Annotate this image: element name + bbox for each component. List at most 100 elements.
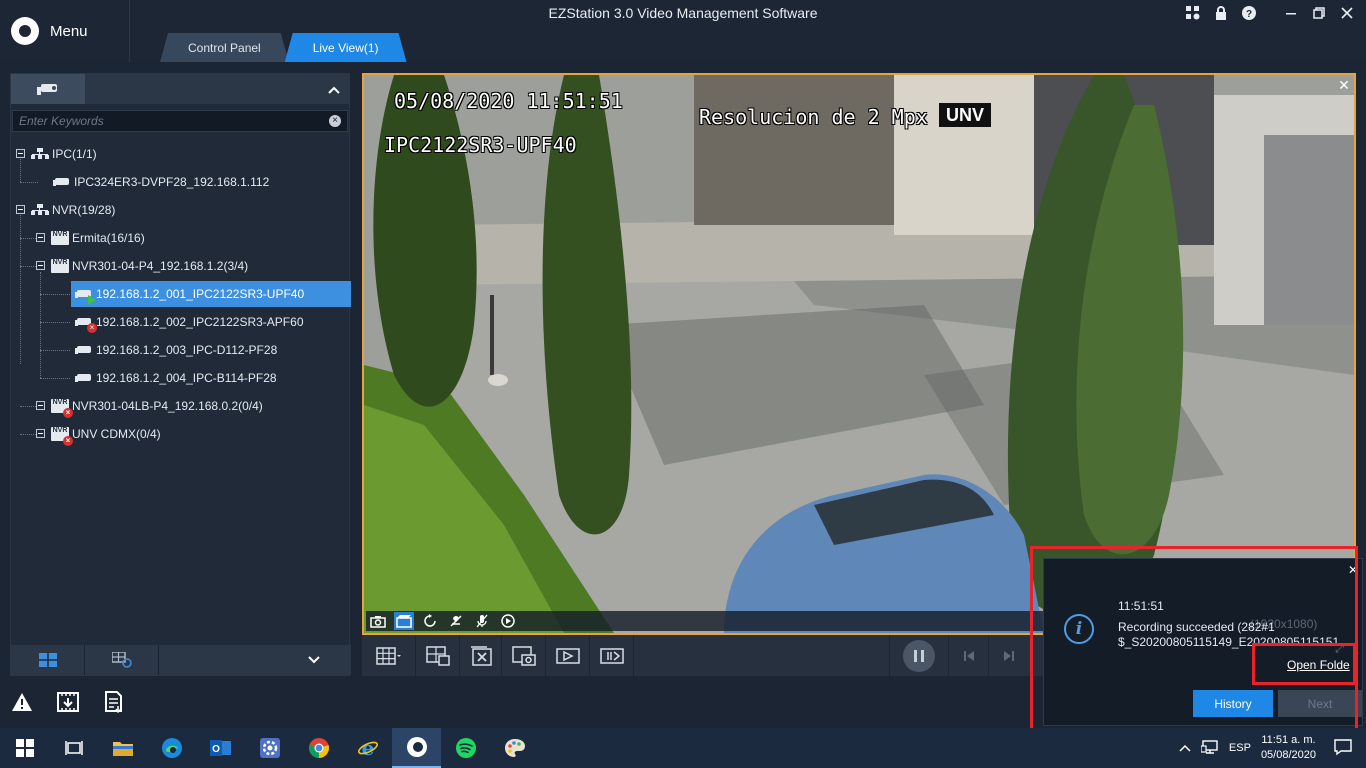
camera-icon <box>75 344 93 356</box>
instant-playback-icon[interactable] <box>420 612 440 630</box>
collapse-node-icon[interactable] <box>16 205 25 214</box>
tree-label: NVR301-04LB-P4_192.168.0.2(0/4) <box>72 399 263 413</box>
tree-item-camera[interactable]: IPC324ER3-DVPF28_192.168.1.112 <box>53 169 269 195</box>
collapse-node-icon[interactable] <box>36 261 45 270</box>
snapshot-all-button[interactable] <box>502 635 546 676</box>
tree-item-channel-002[interactable]: × 192.168.1.2_002_IPC2122SR3-APF60 <box>75 309 304 335</box>
task-view-button[interactable] <box>49 728 98 768</box>
action-center-icon[interactable] <box>1334 738 1352 759</box>
tree-label: 192.168.1.2_002_IPC2122SR3-APF60 <box>96 315 304 329</box>
collapse-node-icon[interactable] <box>36 401 45 410</box>
collapse-node-icon[interactable] <box>16 149 25 158</box>
two-way-audio-icon[interactable] <box>446 612 466 630</box>
search-input[interactable] <box>19 114 329 128</box>
tree-label: Ermita(16/16) <box>72 231 145 245</box>
pause-button[interactable] <box>889 635 949 676</box>
record-all-button[interactable] <box>546 635 590 676</box>
previous-icon <box>963 650 974 661</box>
tree-label: IPC(1/1) <box>52 147 97 161</box>
internet-explorer-icon: e <box>357 737 378 759</box>
screen-layout-button[interactable] <box>362 635 416 676</box>
tree-item-nvr-ermita[interactable]: NVR Ermita(16/16) <box>35 225 145 251</box>
record-icon[interactable] <box>394 612 414 630</box>
osd-resolution: Resolucion de 2 Mpx <box>699 105 928 129</box>
lock-icon[interactable] <box>1212 4 1230 22</box>
spotify-app[interactable] <box>441 728 490 768</box>
language-indicator[interactable]: ESP <box>1229 742 1251 754</box>
osd-brand-logo: UNV <box>939 103 991 127</box>
collapse-node-icon[interactable] <box>36 233 45 242</box>
layout-icon[interactable] <box>1184 4 1202 22</box>
file-explorer-app[interactable] <box>98 728 147 768</box>
minimize-icon[interactable] <box>1282 4 1300 22</box>
close-all-icon <box>470 645 492 666</box>
tree-item-nvr-301-04-p4[interactable]: NVR NVR301-04-P4_192.168.1.2(3/4) <box>35 253 248 279</box>
grid-view-icon <box>38 653 57 667</box>
tree-item-nvr-301-04lb-p4[interactable]: NVR × NVR301-04LB-P4_192.168.0.2(0/4) <box>35 393 263 419</box>
tree-item-channel-001[interactable]: 192.168.1.2_001_IPC2122SR3-UPF40 <box>71 281 351 307</box>
collapse-node-icon[interactable] <box>36 429 45 438</box>
view-layout-button[interactable] <box>11 645 85 675</box>
close-all-button[interactable] <box>460 635 502 676</box>
tree-label: IPC324ER3-DVPF28_192.168.1.112 <box>74 175 270 189</box>
tab-control-panel[interactable]: Control Panel <box>160 33 289 62</box>
outlook-app[interactable]: O <box>196 728 245 768</box>
device-tree: IPC(1/1) IPC324ER3-DVPF28_192.168.1.112 … <box>11 140 351 640</box>
collapse-down-icon[interactable] <box>277 645 351 675</box>
close-icon[interactable] <box>1338 4 1356 22</box>
internet-explorer-app[interactable]: e <box>343 728 392 768</box>
download-icon[interactable] <box>56 690 80 714</box>
ptz-control-icon[interactable] <box>498 612 518 630</box>
taskbar-clock[interactable]: 11:51 a. m. 05/08/2020 <box>1261 733 1316 763</box>
tab-live-view[interactable]: Live View(1) <box>285 33 407 62</box>
tab-bar: Control Panel Live View(1) <box>160 33 407 62</box>
collapse-up-icon[interactable] <box>319 81 349 97</box>
camera-offline-icon: × <box>75 316 97 333</box>
microphone-off-icon[interactable] <box>472 612 492 630</box>
app-logo-icon <box>11 17 39 45</box>
tree-group-ipc[interactable]: IPC(1/1) <box>15 141 97 167</box>
help-icon[interactable]: ? <box>1240 4 1258 22</box>
show-hidden-icons-icon[interactable] <box>1179 741 1191 755</box>
sequence-button[interactable] <box>590 635 634 676</box>
video-record-icon <box>555 647 580 664</box>
camera-icon <box>75 372 93 384</box>
tree-item-channel-004[interactable]: 192.168.1.2_004_IPC-B114-PF28 <box>75 365 277 391</box>
windows-taskbar: O e ESP 11:51 a. m. 05/08/2020 <box>0 728 1366 768</box>
clock-time: 11:51 a. m. <box>1261 734 1316 746</box>
snapshot-icon[interactable] <box>368 612 388 630</box>
tree-item-nvr-unv-cdmx[interactable]: NVR × UNV CDMX(0/4) <box>35 421 161 447</box>
settings-app[interactable] <box>245 728 294 768</box>
chrome-icon <box>308 738 329 758</box>
ezstation-app[interactable] <box>392 728 441 768</box>
previous-frame-button[interactable] <box>949 635 989 676</box>
chrome-app[interactable] <box>294 728 343 768</box>
close-video-icon[interactable]: ✕ <box>1336 77 1352 93</box>
restore-icon[interactable] <box>1310 4 1328 22</box>
tree-label: 192.168.1.2_001_IPC2122SR3-UPF40 <box>96 287 305 301</box>
device-panel: × IPC(1/1) IPC324ER3-DVPF28_192.168.1.11… <box>10 73 351 676</box>
log-icon[interactable] <box>102 690 126 714</box>
ezstation-icon <box>406 737 427 757</box>
windows-icon <box>15 739 34 757</box>
search-box: × <box>12 110 348 132</box>
start-button[interactable] <box>0 728 49 768</box>
tree-item-channel-003[interactable]: 192.168.1.2_003_IPC-D112-PF28 <box>75 337 277 363</box>
clear-search-icon[interactable]: × <box>329 115 341 127</box>
tree-label: 192.168.1.2_004_IPC-B114-PF28 <box>96 371 277 385</box>
alarm-warning-icon[interactable] <box>10 690 34 714</box>
patrol-view-button[interactable] <box>85 645 159 675</box>
gear-icon <box>259 738 280 758</box>
camera-icon <box>37 84 57 95</box>
camera-list-tab[interactable] <box>11 74 85 104</box>
save-view-icon <box>425 645 450 666</box>
status-icons <box>10 690 126 714</box>
tree-group-nvr[interactable]: NVR(19/28) <box>15 197 115 223</box>
edge-app[interactable] <box>147 728 196 768</box>
network-status-icon[interactable] <box>1200 739 1219 757</box>
outlook-icon: O <box>209 740 231 756</box>
save-view-button[interactable] <box>416 635 460 676</box>
next-frame-button[interactable] <box>989 635 1029 676</box>
next-icon <box>1004 650 1014 661</box>
paint-app[interactable] <box>490 728 539 768</box>
